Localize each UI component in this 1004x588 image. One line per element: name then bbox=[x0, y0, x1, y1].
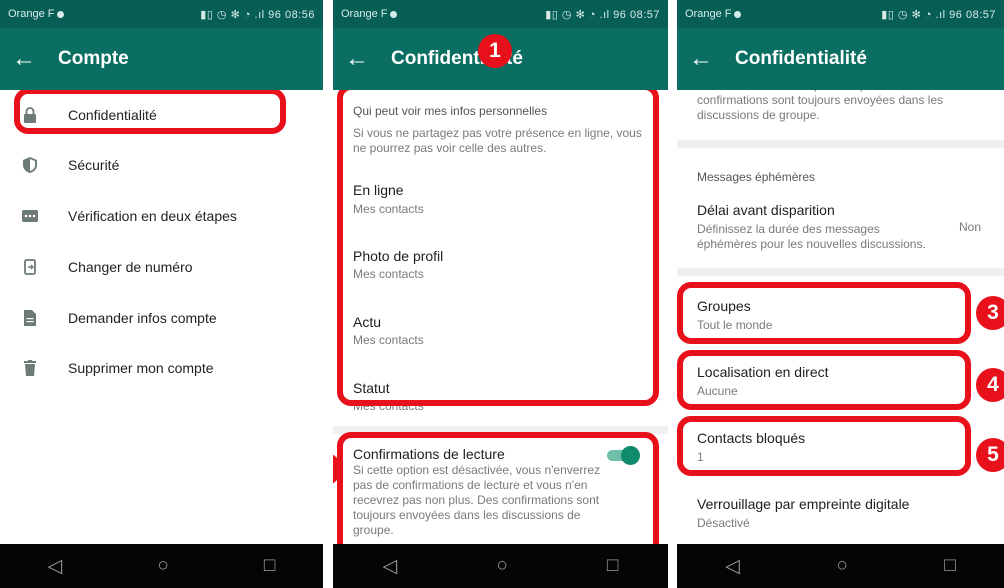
ephemeral-value: Non bbox=[959, 220, 982, 234]
nav-recent-icon[interactable]: □ bbox=[264, 555, 275, 577]
menu-item-securite[interactable]: Sécurité bbox=[0, 140, 323, 190]
chat-bubble-icon bbox=[390, 10, 398, 18]
ephemeral-title[interactable]: Délai avant disparition bbox=[697, 202, 835, 218]
screen-compte: Orange F ▮▯ ◷ ✻ ◔ .ıl 96 08:56 ← Compte … bbox=[0, 0, 323, 588]
menu-item-verification[interactable]: Vérification en deux étapes bbox=[0, 191, 323, 241]
nav-recent-icon[interactable]: □ bbox=[944, 555, 955, 577]
nav-back-icon[interactable]: ◁ bbox=[48, 555, 63, 578]
back-arrow-icon[interactable]: ← bbox=[0, 47, 48, 71]
shield-icon bbox=[0, 157, 60, 173]
section-divider bbox=[677, 268, 1004, 276]
highlight-frame bbox=[337, 432, 659, 544]
page-title: Compte bbox=[58, 48, 129, 69]
dots-icon bbox=[0, 210, 60, 222]
menu-item-label: Demander infos compte bbox=[68, 310, 217, 326]
section-title: Messages éphémères bbox=[697, 170, 816, 184]
badge-1: 1 bbox=[478, 34, 512, 68]
highlight-frame bbox=[677, 350, 971, 410]
badge-4: 4 bbox=[976, 368, 1004, 402]
badge-3: 3 bbox=[976, 296, 1004, 330]
row-value: Désactivé bbox=[697, 516, 750, 530]
account-menu: Confidentialité Sécurité Vérification en… bbox=[0, 90, 323, 544]
page-title: Confidentialité bbox=[735, 48, 867, 69]
badge-5: 5 bbox=[976, 438, 1004, 472]
chat-bubble-icon bbox=[57, 10, 65, 18]
highlight-frame bbox=[677, 416, 971, 476]
nav-home-icon[interactable]: ○ bbox=[157, 555, 168, 577]
status-indicators: ▮▯ ◷ ✻ ◔ .ıl 96 08:57 bbox=[881, 8, 996, 21]
trash-icon bbox=[0, 360, 60, 376]
system-nav-bar: ◁ ○ □ bbox=[677, 544, 1004, 588]
toolbar: ← Confidentialité bbox=[677, 28, 1004, 90]
menu-item-label: Supprimer mon compte bbox=[68, 360, 214, 376]
section-divider bbox=[677, 140, 1004, 148]
nav-back-icon[interactable]: ◁ bbox=[383, 555, 398, 578]
row-title[interactable]: Verrouillage par empreinte digitale bbox=[697, 496, 909, 512]
highlight-frame bbox=[677, 282, 971, 344]
carrier-label: Orange F bbox=[8, 8, 55, 20]
nav-back-icon[interactable]: ◁ bbox=[725, 555, 740, 578]
ephemeral-description: Définissez la durée des messages éphémèr… bbox=[697, 222, 926, 251]
menu-item-label: Changer de numéro bbox=[68, 259, 193, 275]
screen-confidentialite-2: Orange F ▮▯ ◷ ✻ ◔ .ıl 96 08:57 ← Confide… bbox=[677, 0, 1004, 588]
toolbar: ← Compte bbox=[0, 28, 323, 90]
back-arrow-icon[interactable]: ← bbox=[333, 47, 381, 71]
phone-swap-icon bbox=[0, 259, 60, 275]
back-arrow-icon[interactable]: ← bbox=[677, 47, 725, 71]
document-icon bbox=[0, 310, 60, 326]
carrier-label: Orange F bbox=[341, 8, 388, 20]
menu-item-label: Vérification en deux étapes bbox=[68, 208, 237, 224]
menu-item-supprimer[interactable]: Supprimer mon compte bbox=[0, 343, 323, 393]
highlight-frame bbox=[337, 90, 659, 406]
screen-confidentialite-1: Orange F ▮▯ ◷ ✻ ◔ .ıl 96 08:57 ← Confide… bbox=[333, 0, 668, 588]
privacy-settings: Qui peut voir mes infos personnelles Si … bbox=[333, 90, 668, 544]
menu-item-label: Sécurité bbox=[68, 157, 120, 173]
privacy-settings: et vous n'en recevrez pas non plus. Des … bbox=[677, 90, 1004, 544]
chat-bubble-icon bbox=[734, 10, 742, 18]
system-nav-bar: ◁ ○ □ bbox=[333, 544, 668, 588]
status-bar: Orange F ▮▯ ◷ ✻ ◔ .ıl 96 08:57 bbox=[677, 0, 1004, 28]
menu-item-demander-infos[interactable]: Demander infos compte bbox=[0, 293, 323, 343]
system-nav-bar: ◁ ○ □ bbox=[0, 544, 323, 588]
nav-home-icon[interactable]: ○ bbox=[496, 555, 507, 577]
status-bar: Orange F ▮▯ ◷ ✻ ◔ .ıl 96 08:57 bbox=[333, 0, 668, 28]
nav-home-icon[interactable]: ○ bbox=[836, 555, 847, 577]
status-indicators: ▮▯ ◷ ✻ ◔ .ıl 96 08:56 bbox=[200, 8, 315, 21]
status-bar: Orange F ▮▯ ◷ ✻ ◔ .ıl 96 08:56 bbox=[0, 0, 323, 28]
menu-item-changer-numero[interactable]: Changer de numéro bbox=[0, 242, 323, 292]
nav-recent-icon[interactable]: □ bbox=[607, 555, 618, 577]
status-indicators: ▮▯ ◷ ✻ ◔ .ıl 96 08:57 bbox=[545, 8, 660, 21]
carrier-label: Orange F bbox=[685, 8, 732, 20]
highlight-frame bbox=[14, 90, 286, 134]
read-receipts-description-tail: et vous n'en recevrez pas non plus. Des … bbox=[697, 90, 944, 122]
